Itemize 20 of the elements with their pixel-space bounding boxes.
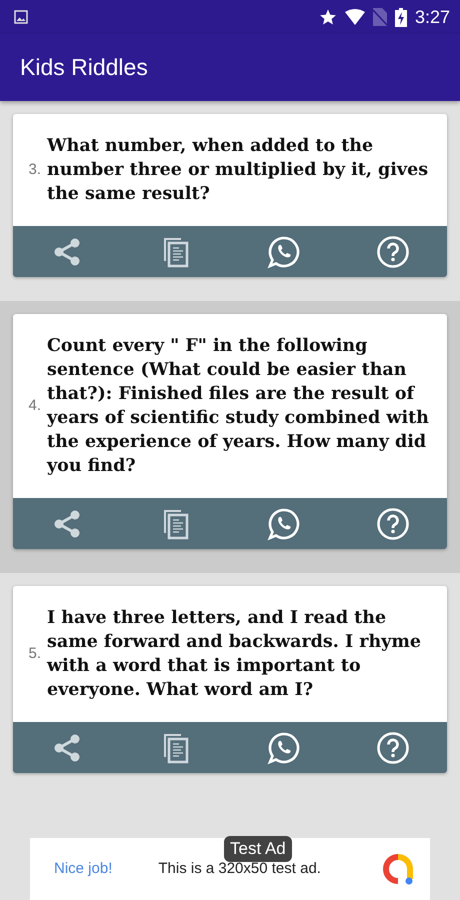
riddle-number: 3. — [27, 160, 42, 180]
riddle-text: What number, when added to the number three or multiplied by it, gives the same result? — [47, 135, 429, 206]
status-time: 3:27 — [414, 6, 450, 28]
image-icon — [14, 10, 28, 24]
no-sim-icon — [372, 8, 387, 26]
ad-logo-icon — [382, 853, 414, 885]
riddle-card[interactable]: 3. What number, when added to the number three or multiplied by it, gives the same result? — [13, 114, 447, 277]
riddle-card[interactable]: 5. I have three letters, and I read the same forward and backwards. I rhyme with a word that is important to everyone. What word am I? — [13, 586, 447, 773]
ad-label: Test Ad — [224, 836, 292, 862]
ad-banner[interactable]: Test Ad Nice job! This is a 320x50 test ad. — [30, 838, 430, 900]
riddle-text: Count every " F" in the following sentence (What could be easier than that?): Finished files are the result of years of scientific study combined with the experience of years. How many did you find? — [47, 335, 429, 478]
riddle-text: I have three letters, and I read the same forward and backwards. I rhyme with a word that is important to everyone. What word am I? — [47, 607, 422, 702]
ad-headline[interactable]: Nice job! — [54, 858, 112, 880]
battery-charging-icon — [394, 8, 407, 26]
wifi-icon — [344, 9, 365, 25]
app-title: Kids Riddles — [20, 54, 148, 82]
star-icon — [318, 8, 337, 26]
riddle-card[interactable] — [13, 314, 447, 549]
riddle-number: 5. — [27, 644, 42, 664]
riddle-number: 4. — [27, 396, 42, 416]
